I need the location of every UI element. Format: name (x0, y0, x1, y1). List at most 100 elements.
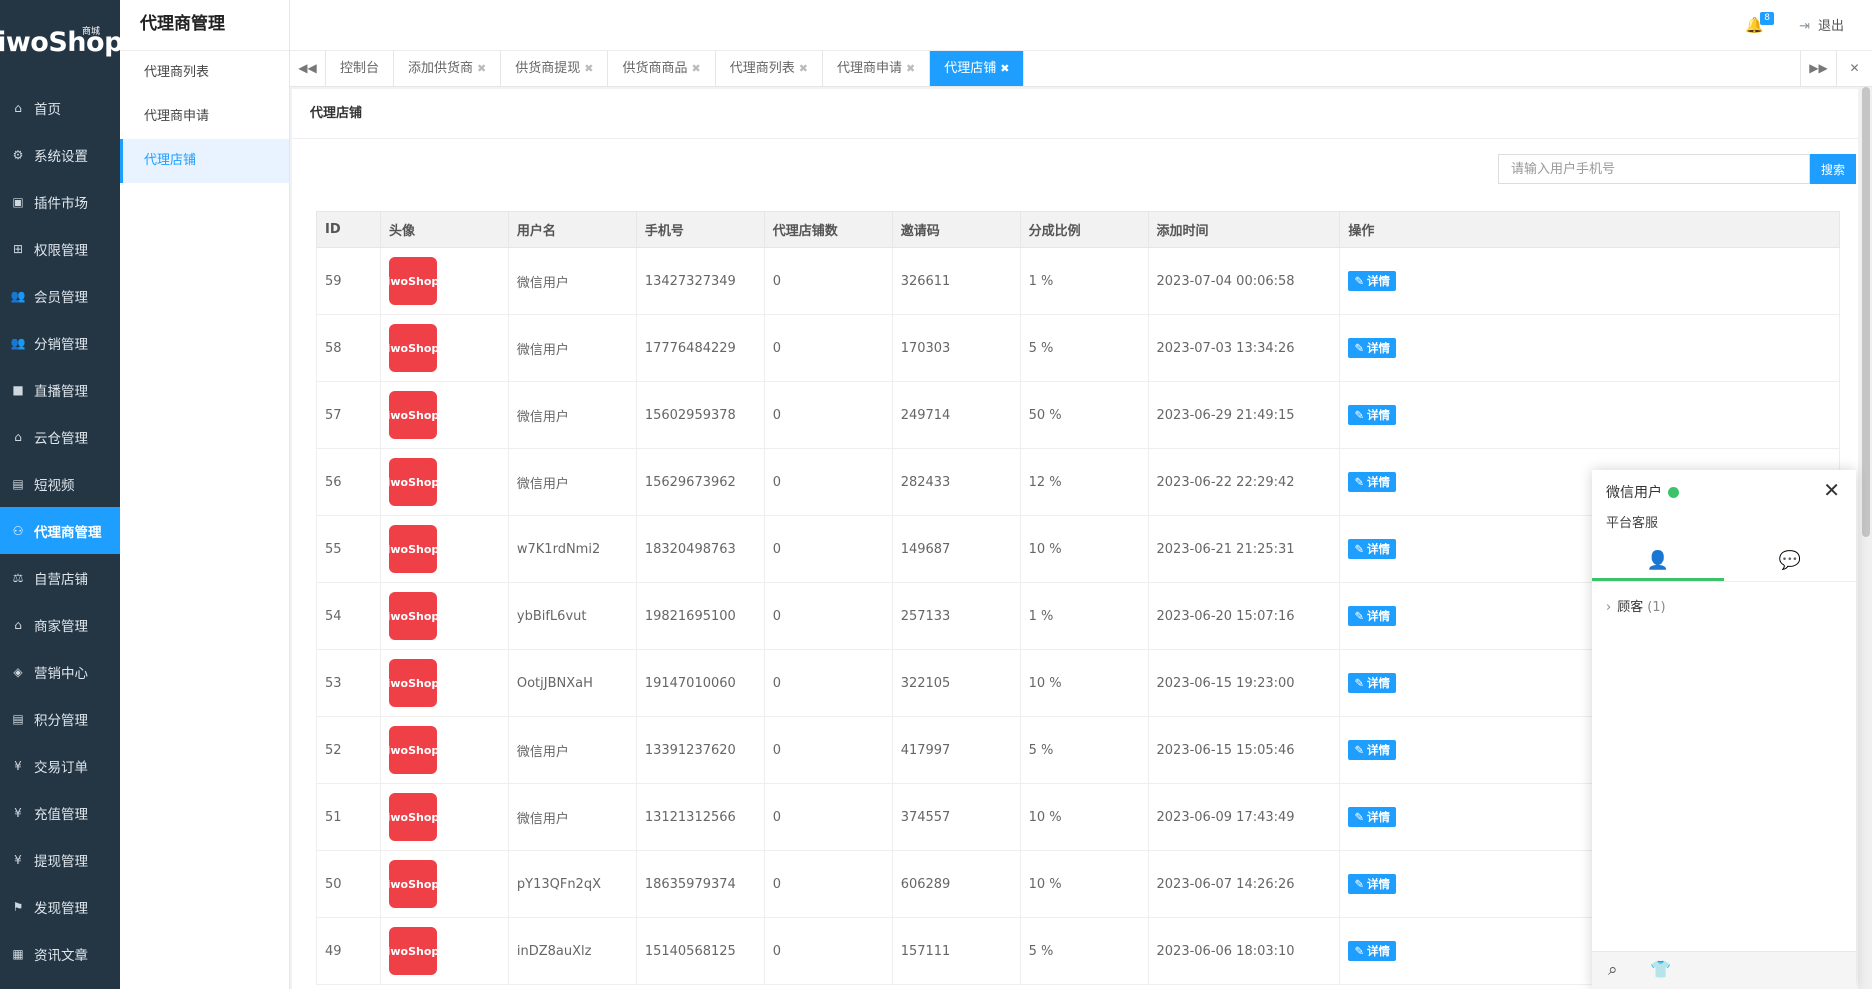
logout-button[interactable]: ⇥ 退出 (1799, 15, 1844, 34)
sidebar-item-label: 直播管理 (34, 383, 88, 400)
sidebar-item-10[interactable]: ⚖ 自营店铺 (0, 554, 120, 601)
tab-close-icon[interactable]: ✖ (799, 62, 808, 75)
cell-phone: 13427327349 (635, 247, 765, 315)
contact-group-customers[interactable]: › 顾客 (1) (1606, 596, 1666, 615)
sidebar-item-3[interactable]: ⊞ 权限管理 (0, 225, 120, 272)
detail-button[interactable]: ✎ 详情 (1348, 807, 1397, 827)
search-button[interactable]: 搜索 (1810, 154, 1856, 184)
tab-close-icon[interactable]: ✖ (1000, 62, 1009, 75)
cell-name: 微信用户 (507, 314, 637, 382)
sidebar-item-2[interactable]: ▣ 插件市场 (0, 178, 120, 225)
detail-button[interactable]: ✎ 详情 (1348, 271, 1397, 291)
cell-id: 54 (316, 582, 381, 650)
chat-tabs: 👤 💬 (1592, 544, 1856, 582)
tab-scroll-left-icon[interactable]: ◀◀ (290, 51, 326, 86)
cell-code: 374557 (891, 783, 1021, 851)
tab-label: 代理商申请 (836, 61, 902, 76)
sidebar-item-14[interactable]: ¥ 交易订单 (0, 742, 120, 789)
tab-0[interactable]: 控制台 (326, 51, 395, 86)
cell-phone: 19147010060 (635, 649, 765, 717)
sidebar-item-8[interactable]: ▤ 短视频 (0, 460, 120, 507)
detail-button[interactable]: ✎ 详情 (1348, 941, 1397, 961)
detail-button[interactable]: ✎ 详情 (1348, 673, 1397, 693)
sidebar-item-17[interactable]: ⚑ 发现管理 (0, 883, 120, 930)
skin-icon[interactable]: 👕 (1650, 960, 1671, 980)
sub-item-agent-list[interactable]: 代理商列表 (120, 51, 289, 95)
chat-user: 微信用户 (1606, 482, 1679, 502)
tab-scroll-right-icon[interactable]: ▶▶ (1800, 51, 1836, 86)
detail-label: 详情 (1367, 475, 1391, 489)
sidebar-item-12[interactable]: ◈ 营销中心 (0, 648, 120, 695)
sub-item-agent-shop[interactable]: 代理店铺 (120, 139, 289, 183)
sidebar-item-18[interactable]: ▦ 资讯文章 (0, 930, 120, 977)
tab-4[interactable]: 代理商列表 ✖ (716, 51, 823, 86)
sidebar-item-4[interactable]: 👥 会员管理 (0, 272, 120, 319)
detail-button[interactable]: ✎ 详情 (1348, 405, 1397, 425)
sidebar-item-11[interactable]: ⌂ 商家管理 (0, 601, 120, 648)
cell-id: 57 (316, 381, 381, 449)
detail-button[interactable]: ✎ 详情 (1348, 740, 1397, 760)
cell-id: 58 (316, 314, 381, 382)
detail-button[interactable]: ✎ 详情 (1348, 606, 1397, 626)
avatar: iwoShop (387, 525, 439, 573)
cell-phone: 18320498763 (635, 515, 765, 583)
search-icon[interactable]: ⌕ (1608, 960, 1618, 980)
phone-search-input[interactable] (1498, 154, 1810, 184)
cell-ratio: 10 % (1019, 515, 1149, 583)
tab-close-icon[interactable]: ✖ (477, 62, 486, 75)
avatar: iwoShop (387, 927, 439, 975)
tab-close-icon[interactable]: ✖ (584, 62, 593, 75)
detail-button[interactable]: ✎ 详情 (1348, 338, 1397, 358)
detail-button[interactable]: ✎ 详情 (1348, 539, 1397, 559)
cell-ratio: 10 % (1019, 850, 1149, 918)
sidebar-item-6[interactable]: ■ 直播管理 (0, 366, 120, 413)
tab-3[interactable]: 供货商商品 ✖ (608, 51, 716, 86)
sidebar-item-label: 插件市场 (34, 195, 88, 212)
sidebar-item-label: 营销中心 (34, 665, 88, 682)
close-all-tabs-icon[interactable]: ✕ (1836, 51, 1872, 86)
page-scrollbar[interactable] (1860, 87, 1872, 989)
scrollbar-thumb[interactable] (1862, 87, 1870, 537)
action-cell: ✎ 详情 (1339, 381, 1840, 449)
sidebar-item-0[interactable]: ⌂ 首页 (0, 84, 120, 131)
sidebar-item-5[interactable]: 👥 分销管理 (0, 319, 120, 366)
pencil-icon: ✎ (1354, 274, 1365, 288)
tab-close-icon[interactable]: ✖ (906, 62, 915, 75)
sub-item-agent-apply[interactable]: 代理商申请 (120, 95, 289, 139)
sitemap-icon: ⊞ (12, 241, 24, 256)
sidebar-item-7[interactable]: ⌂ 云仓管理 (0, 413, 120, 460)
detail-button[interactable]: ✎ 详情 (1348, 472, 1397, 492)
column-header: 添加时间 (1147, 211, 1341, 248)
avatar-cell: iwoShop (379, 649, 509, 717)
sidebar-item-9[interactable]: ⚇ 代理商管理 (0, 507, 120, 554)
tab-2[interactable]: 供货商提现 ✖ (501, 51, 609, 86)
sidebar-item-15[interactable]: ¥ 充值管理 (0, 789, 120, 836)
messages-tab-chat-icon[interactable]: 💬 (1724, 544, 1856, 581)
tab-label: 代理店铺 (944, 61, 997, 76)
tab-close-icon[interactable]: ✖ (692, 62, 701, 75)
sidebar-item-13[interactable]: ▤ 积分管理 (0, 695, 120, 742)
contacts-tab-user-icon[interactable]: 👤 (1592, 544, 1724, 581)
cell-id: 55 (316, 515, 381, 583)
avatar: iwoShop (387, 592, 439, 640)
detail-button[interactable]: ✎ 详情 (1348, 874, 1397, 894)
cell-ratio: 5 % (1019, 716, 1149, 784)
column-header: ID (316, 211, 381, 248)
brand-logo[interactable]: iwoShop 商城 (0, 0, 123, 84)
close-icon[interactable]: ✕ (1823, 478, 1840, 502)
group-count: (1) (1647, 600, 1666, 615)
tab-1[interactable]: 添加供货商 ✖ (394, 51, 502, 86)
sidebar-item-16[interactable]: ¥ 提现管理 (0, 836, 120, 883)
cell-phone: 15602959378 (635, 381, 765, 449)
tab-5[interactable]: 代理商申请 ✖ (823, 51, 931, 86)
pencil-icon: ✎ (1354, 743, 1365, 757)
detail-label: 详情 (1367, 743, 1391, 757)
cell-phone: 19821695100 (635, 582, 765, 650)
tab-6[interactable]: 代理店铺 ✖ (930, 51, 1025, 86)
sidebar-item-1[interactable]: ⚙ 系统设置 (0, 131, 120, 178)
cell-time: 2023-06-09 17:43:49 (1147, 783, 1341, 851)
tab-label: 添加供货商 (408, 61, 474, 76)
cell-phone: 13121312566 (635, 783, 765, 851)
cell-shops: 0 (763, 381, 893, 449)
avatar: iwoShop (387, 257, 439, 305)
